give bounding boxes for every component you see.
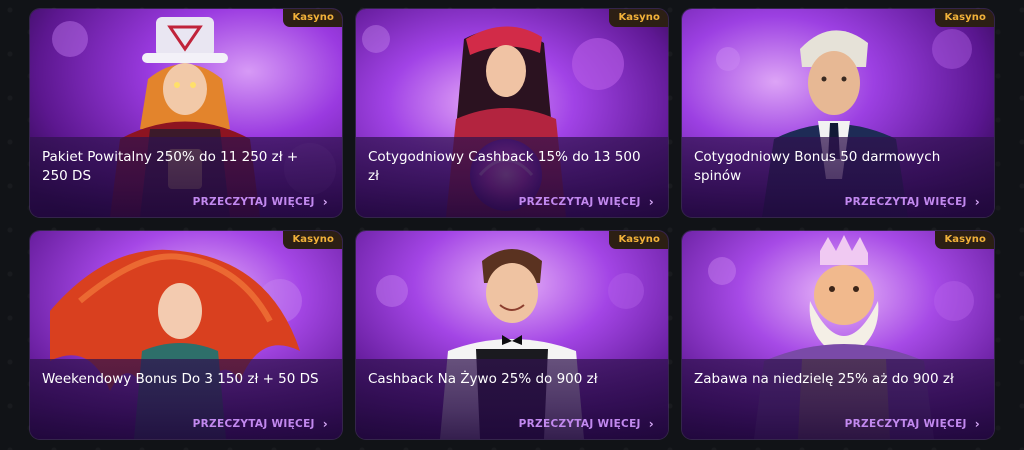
promo-card-weekly-free-spins[interactable]: Kasyno Cotygodniowy Bonus 50 darmowych s…	[682, 9, 994, 217]
card-caption: Weekendowy Bonus Do 3 150 zł + 50 DS PRZ…	[30, 359, 342, 439]
category-badge: Kasyno	[935, 231, 994, 249]
category-badge: Kasyno	[283, 9, 342, 27]
promo-card-sunday-fun[interactable]: Kasyno Zabawa na niedzielę 25% aż do 900…	[682, 231, 994, 439]
promo-card-weekend-bonus[interactable]: Kasyno Weekendowy Bonus Do 3 150 zł + 50…	[30, 231, 342, 439]
card-caption: Cotygodniowy Bonus 50 darmowych spinów P…	[682, 137, 994, 217]
card-caption: Pakiet Powitalny 250% do 11 250 zł + 250…	[30, 137, 342, 217]
chevron-right-icon: ›	[648, 195, 654, 209]
chevron-right-icon: ›	[974, 417, 980, 431]
promo-card-welcome-package[interactable]: Kasyno Pakiet Powitalny 250% do 11 250 z…	[30, 9, 342, 217]
category-badge: Kasyno	[609, 9, 668, 27]
read-more-label: PRZECZYTAJ WIĘCEJ	[518, 196, 641, 208]
promo-card-weekly-cashback[interactable]: Kasyno Cotygodniowy Cashback 15% do 13 5…	[356, 9, 668, 217]
chevron-right-icon: ›	[648, 417, 654, 431]
read-more-link[interactable]: PRZECZYTAJ WIĘCEJ ›	[193, 196, 328, 208]
read-more-label: PRZECZYTAJ WIĘCEJ	[192, 196, 315, 208]
category-badge: Kasyno	[935, 9, 994, 27]
promo-title: Pakiet Powitalny 250% do 11 250 zł + 250…	[42, 149, 299, 184]
chevron-right-icon: ›	[974, 195, 980, 209]
category-badge: Kasyno	[283, 231, 342, 249]
chevron-right-icon: ›	[322, 417, 328, 431]
promo-title: Cotygodniowy Cashback 15% do 13 500 zł	[368, 149, 641, 184]
read-more-label: PRZECZYTAJ WIĘCEJ	[192, 418, 315, 430]
read-more-link[interactable]: PRZECZYTAJ WIĘCEJ ›	[519, 196, 654, 208]
read-more-link[interactable]: PRZECZYTAJ WIĘCEJ ›	[845, 418, 980, 430]
promo-title: Cotygodniowy Bonus 50 darmowych spinów	[694, 149, 941, 184]
card-caption: Cashback Na Żywo 25% do 900 zł PRZECZYTA…	[356, 359, 668, 439]
read-more-link[interactable]: PRZECZYTAJ WIĘCEJ ›	[193, 418, 328, 430]
category-badge: Kasyno	[609, 231, 668, 249]
read-more-link[interactable]: PRZECZYTAJ WIĘCEJ ›	[519, 418, 654, 430]
promo-title: Weekendowy Bonus Do 3 150 zł + 50 DS	[42, 371, 319, 387]
read-more-label: PRZECZYTAJ WIĘCEJ	[844, 196, 967, 208]
read-more-link[interactable]: PRZECZYTAJ WIĘCEJ ›	[845, 196, 980, 208]
chevron-right-icon: ›	[322, 195, 328, 209]
promo-card-live-cashback[interactable]: Kasyno Cashback Na Żywo 25% do 900 zł PR…	[356, 231, 668, 439]
read-more-label: PRZECZYTAJ WIĘCEJ	[518, 418, 641, 430]
card-caption: Cotygodniowy Cashback 15% do 13 500 zł P…	[356, 137, 668, 217]
promo-title: Zabawa na niedzielę 25% aż do 900 zł	[694, 371, 954, 387]
read-more-label: PRZECZYTAJ WIĘCEJ	[844, 418, 967, 430]
promotions-grid: Kasyno Pakiet Powitalny 250% do 11 250 z…	[30, 9, 994, 439]
card-caption: Zabawa na niedzielę 25% aż do 900 zł PRZ…	[682, 359, 994, 439]
promo-title: Cashback Na Żywo 25% do 900 zł	[368, 371, 598, 387]
